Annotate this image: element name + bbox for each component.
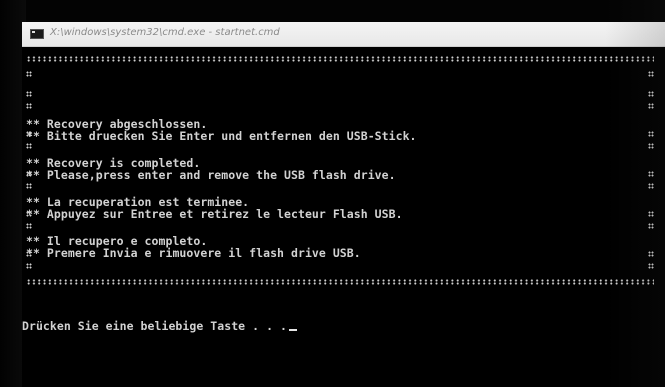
window-titlebar[interactable]: X:\windows\system32\cmd.exe - startnet.c… [22,22,665,47]
border-marker-right [648,211,654,217]
border-marker-right [648,71,654,77]
border-marker-right [648,103,654,109]
border-marker-left [26,103,32,109]
border-marker-right [648,251,654,257]
border-marker-right [648,171,654,177]
border-marker-right [648,183,654,189]
prompt-line: Drücken Sie eine beliebige Taste . . . [22,320,297,332]
border-marker-right [648,143,654,149]
asterisk-marker: ** [26,246,47,260]
asterisk-border-bottom [26,279,654,285]
border-marker-left [26,263,32,269]
asterisk-border-top [26,56,654,62]
border-marker-left [26,143,32,149]
photo-border-top [0,0,665,22]
border-marker-right [648,91,654,97]
asterisk-marker: ** [26,168,47,182]
border-marker-left [26,183,32,189]
border-marker-right [648,131,654,137]
message-line: ** Please,press enter and remove the USB… [26,168,396,182]
border-marker-left [26,71,32,77]
message-line: ** Appuyez sur Entree et retirez le lect… [26,207,403,221]
border-marker-left [26,223,32,229]
border-marker-right [648,263,654,269]
message-line: ** Bitte druecken Sie Enter und entferne… [26,129,417,143]
message-line: ** Premere Invia e rimuovere il flash dr… [26,246,361,260]
border-marker-left [26,91,32,97]
console-output[interactable]: ** Recovery abgeschlossen. ** Bitte drue… [22,47,665,387]
asterisk-marker: ** [26,207,47,221]
prompt-text: Drücken Sie eine beliebige Taste . . . [22,319,287,333]
console-icon [30,29,44,39]
cmd-window: X:\windows\system32\cmd.exe - startnet.c… [22,22,665,387]
text-cursor [289,329,297,331]
window-title: X:\windows\system32\cmd.exe - startnet.c… [50,27,280,38]
border-marker-right [648,223,654,229]
asterisk-marker: ** [26,129,47,143]
